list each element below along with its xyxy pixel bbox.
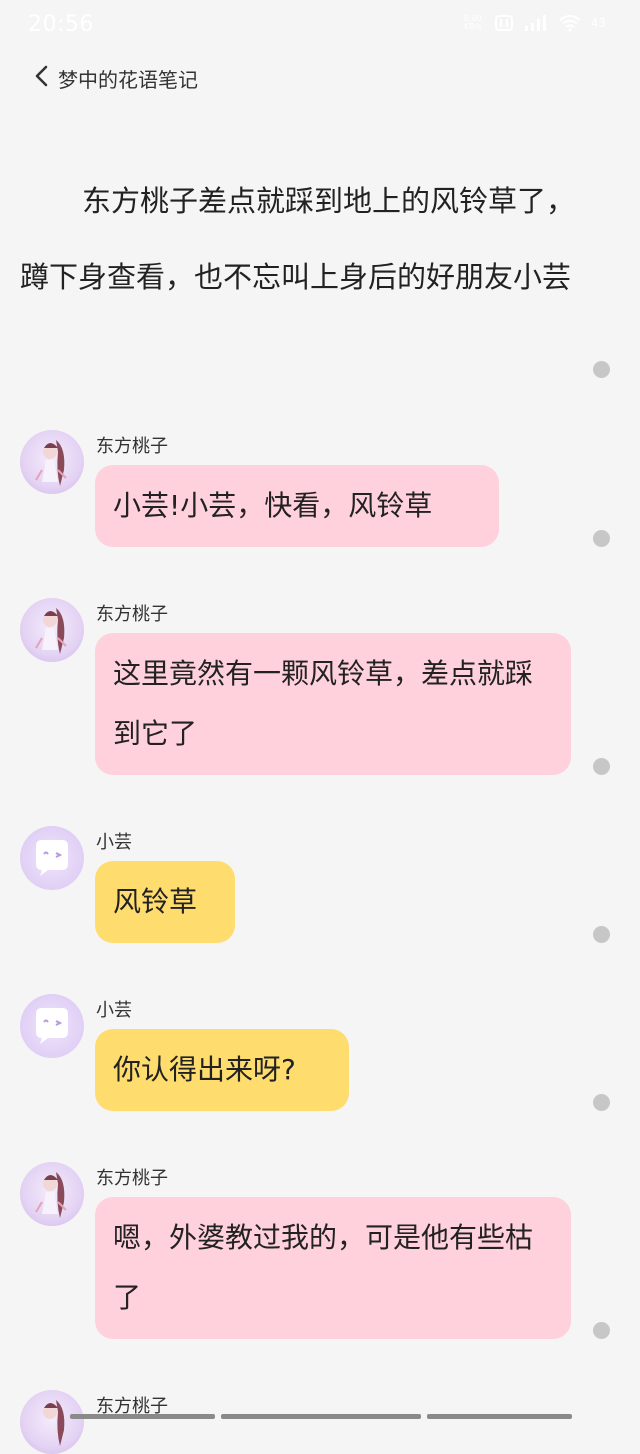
wifi-icon — [559, 15, 581, 32]
chat-face-avatar-icon — [36, 840, 68, 876]
network-speed-unit: KB/s — [463, 22, 482, 31]
anime-girl-avatar-icon — [35, 1172, 67, 1218]
status-icons: 0.00 KB/s 43 — [461, 14, 606, 32]
dot-icon[interactable] — [593, 926, 610, 943]
avatar[interactable] — [20, 430, 84, 494]
dot-icon[interactable] — [593, 1094, 610, 1111]
sender-name: 东方桃子 — [96, 436, 168, 457]
message-bubble[interactable]: 嗯，外婆教过我的，可是他有些枯了 — [95, 1197, 571, 1339]
status-time: 20:56 — [28, 12, 94, 37]
anime-girl-avatar-icon — [35, 440, 67, 486]
chat-face-avatar-icon — [36, 1008, 68, 1044]
message-bubble[interactable]: 你认得出来呀? — [95, 1029, 349, 1111]
message-bubble[interactable]: 小芸!小芸，快看，风铃草 — [95, 465, 499, 547]
avatar[interactable] — [20, 826, 84, 890]
dot-icon[interactable] — [593, 530, 610, 547]
sender-name: 小芸 — [96, 1000, 132, 1021]
sender-name: 小芸 — [96, 832, 132, 853]
message-bubble[interactable]: 风铃草 — [95, 861, 235, 943]
bottom-tab-edge[interactable] — [221, 1414, 421, 1419]
status-bar: 20:56 0.00 KB/s 43 — [0, 0, 640, 50]
dot-icon[interactable] — [593, 361, 610, 378]
sender-name: 东方桃子 — [96, 1168, 168, 1189]
bottom-toolbar-edge — [70, 1414, 572, 1419]
anime-girl-avatar-icon — [35, 608, 67, 654]
network-speed: 0.00 KB/s — [461, 15, 485, 31]
sender-name: 东方桃子 — [96, 604, 168, 625]
narration-text: 东方桃子差点就踩到地上的风铃草了，蹲下身查看，也不忘叫上身后的好朋友小芸 — [20, 184, 576, 294]
dot-icon[interactable] — [593, 1322, 610, 1339]
anime-girl-avatar-icon — [43, 1400, 65, 1446]
avatar[interactable] — [20, 994, 84, 1058]
dot-icon[interactable] — [593, 758, 610, 775]
avatar[interactable] — [20, 1390, 84, 1454]
battery-level: 43 — [590, 16, 606, 30]
bottom-tab-edge[interactable] — [427, 1414, 572, 1419]
cellular-signal-icon — [524, 15, 546, 31]
chevron-left-icon[interactable] — [32, 64, 52, 88]
avatar[interactable] — [20, 598, 84, 662]
top-bar: 梦中的花语笔记 — [0, 56, 640, 98]
hd-icon — [494, 15, 513, 31]
avatar[interactable] — [20, 1162, 84, 1226]
bottom-tab-edge[interactable] — [70, 1414, 215, 1419]
message-bubble[interactable]: 这里竟然有一颗风铃草，差点就踩到它了 — [95, 633, 571, 775]
page-title[interactable]: 梦中的花语笔记 — [58, 64, 198, 93]
